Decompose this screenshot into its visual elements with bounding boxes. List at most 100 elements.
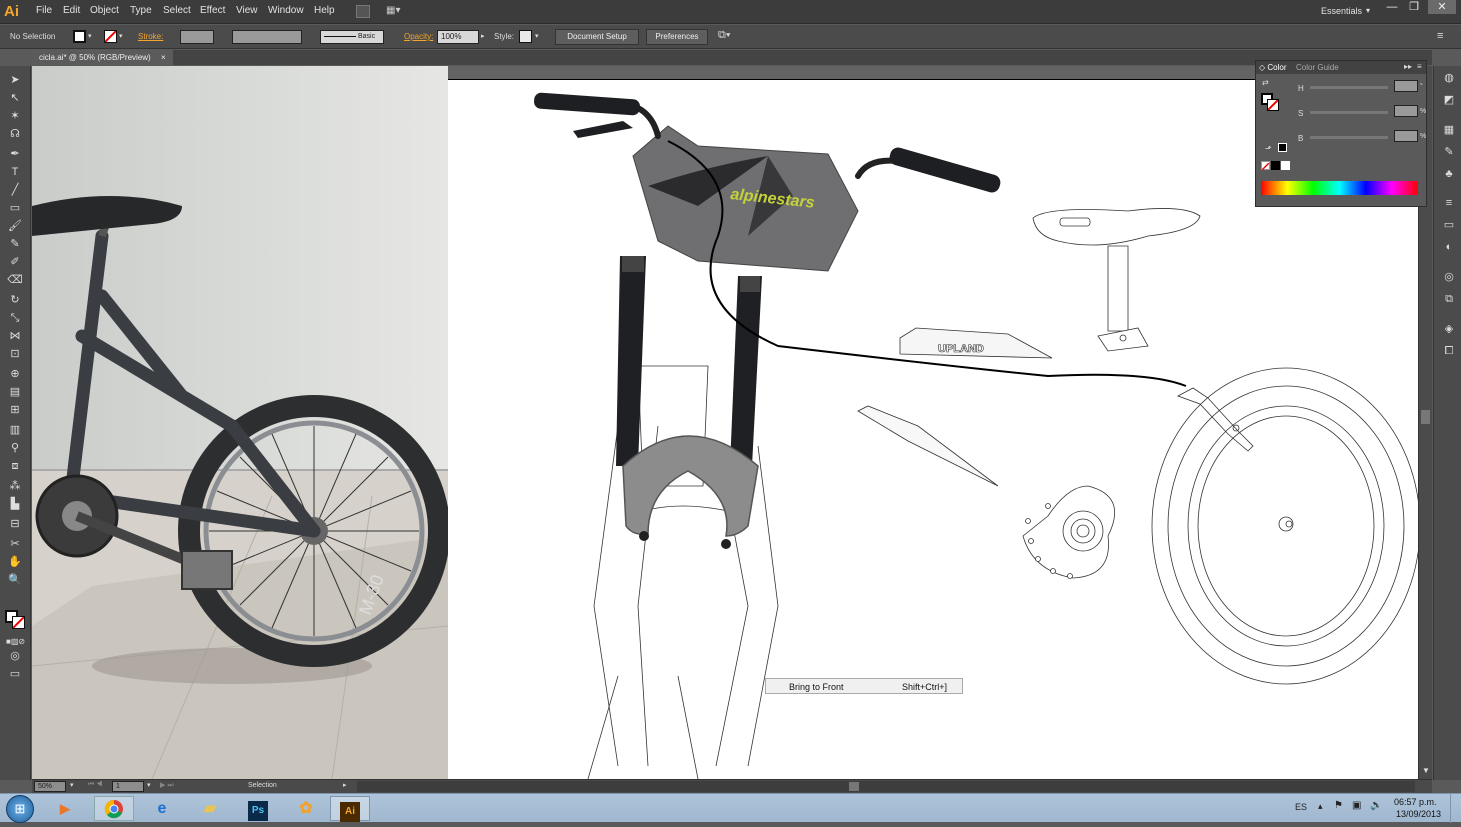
screen-mode-icon[interactable]: ▭ (6, 666, 24, 682)
stroke-label[interactable]: Stroke: (138, 32, 163, 41)
collapse-panel-icon[interactable]: ▸▸ (1404, 62, 1412, 71)
artboard-number-input[interactable]: 1 (112, 781, 144, 792)
hand-tool-icon[interactable]: ✋ (6, 554, 24, 570)
menu-file[interactable]: File (36, 5, 52, 16)
lasso-tool-icon[interactable]: ☊ (6, 126, 24, 142)
pen-tool-icon[interactable]: ✒ (6, 146, 24, 162)
menu-window[interactable]: Window (268, 5, 304, 16)
variable-width-select[interactable] (232, 30, 302, 44)
brightness-slider[interactable] (1310, 136, 1388, 139)
vertical-scroll-thumb[interactable] (1421, 410, 1430, 424)
stroke-swatch[interactable] (104, 30, 117, 43)
brushes-icon[interactable]: ✎ (1442, 145, 1456, 159)
brightness-input[interactable] (1394, 130, 1418, 142)
artboards-icon[interactable]: ⧠ (1442, 344, 1456, 358)
transparency-icon[interactable]: ◐ (1442, 240, 1456, 254)
scale-tool-icon[interactable]: ⤡ (6, 310, 24, 326)
clock-date[interactable]: 13/09/2013 (1396, 809, 1441, 819)
chevron-down-icon[interactable]: ▾ (147, 781, 151, 789)
workspace-switcher[interactable]: Essentials (1321, 6, 1362, 16)
direct-selection-tool-icon[interactable]: ↖ (6, 90, 24, 106)
selection-tool-icon[interactable]: ➤ (6, 72, 24, 88)
bridge-icon[interactable] (356, 5, 370, 18)
tab-color[interactable]: ◇ Color (1259, 63, 1287, 72)
slice-tool-icon[interactable]: ✂ (6, 536, 24, 552)
network-icon[interactable]: ▣ (1352, 800, 1361, 811)
menu-object[interactable]: Object (90, 5, 119, 16)
none-swatch[interactable] (1261, 161, 1270, 171)
menu-view[interactable]: View (236, 5, 258, 16)
rectangle-tool-icon[interactable]: ▭ (6, 200, 24, 216)
chevron-down-icon[interactable]: ▾ (119, 32, 123, 40)
drawing-mode-icon[interactable]: ◎ (6, 648, 24, 664)
menu-edit[interactable]: Edit (63, 5, 80, 16)
swatches-icon[interactable]: ▦ (1442, 123, 1456, 137)
color-panel-icon[interactable]: ◍ (1442, 71, 1456, 85)
perspective-grid-tool-icon[interactable]: ▤ (6, 384, 24, 400)
canvas-area[interactable]: M-30 alpinestars UPLAND Bring to Front S… (32, 66, 1418, 779)
zoom-level-input[interactable]: 50% (34, 781, 66, 792)
chrome-icon[interactable] (94, 796, 134, 821)
eyedropper-tool-icon[interactable]: ⚲ (6, 440, 24, 456)
panel-menu-icon[interactable]: ≡ (1437, 30, 1443, 42)
chevron-down-icon[interactable]: ▾ (535, 32, 539, 40)
document-setup-button[interactable]: Document Setup (555, 29, 639, 45)
action-center-flag-icon[interactable]: ⚑ (1334, 800, 1343, 811)
width-tool-icon[interactable]: ⋈ (6, 328, 24, 344)
menu-help[interactable]: Help (314, 5, 335, 16)
close-tab-icon[interactable]: × (161, 53, 166, 62)
symbols-icon[interactable]: ♣ (1442, 167, 1456, 181)
internet-explorer-icon[interactable]: e (142, 796, 182, 821)
mesh-tool-icon[interactable]: ⊞ (6, 402, 24, 418)
opacity-input[interactable]: 100% (437, 30, 479, 44)
graph-tool-icon[interactable]: ▙ (6, 496, 24, 512)
color-guide-icon[interactable]: ◩ (1442, 93, 1456, 107)
eraser-tool-icon[interactable]: ⌫ (6, 272, 24, 288)
maximize-button[interactable]: ❐ (1403, 0, 1425, 14)
chevron-right-icon[interactable]: ▸ (343, 781, 347, 789)
layers-icon[interactable]: ◈ (1442, 322, 1456, 336)
menu-select[interactable]: Select (163, 5, 191, 16)
chevron-down-icon[interactable]: ▾ (88, 32, 92, 40)
blob-brush-tool-icon[interactable]: ✐ (6, 254, 24, 270)
tab-color-guide[interactable]: Color Guide (1296, 63, 1339, 72)
hue-input[interactable] (1394, 80, 1418, 92)
stroke-weight-input[interactable] (180, 30, 214, 44)
out-of-gamut-icon[interactable]: ⬏ (1265, 144, 1272, 153)
photoshop-taskbar-button[interactable]: Ps (238, 796, 278, 821)
menu-type[interactable]: Type (130, 5, 152, 16)
chevron-right-icon[interactable]: ▸ (481, 32, 485, 40)
panel-menu-icon[interactable]: ≡ (1417, 62, 1422, 71)
arrange-documents-icon[interactable]: ▦▾ (386, 5, 408, 18)
appearance-icon[interactable]: ◎ (1442, 270, 1456, 284)
preferences-button[interactable]: Preferences (646, 29, 708, 45)
horizontal-scrollbar[interactable] (357, 781, 1415, 792)
gradient-tool-icon[interactable]: ▥ (6, 422, 24, 438)
clock-time[interactable]: 06:57 p.m. (1394, 797, 1437, 807)
file-explorer-icon[interactable]: ▰ (190, 796, 230, 821)
horizontal-scroll-thumb[interactable] (849, 782, 859, 791)
black-swatch[interactable] (1271, 161, 1280, 170)
stroke-color-swatch[interactable] (12, 616, 25, 629)
saturation-slider[interactable] (1310, 111, 1388, 114)
show-desktop-button[interactable] (1450, 794, 1461, 823)
fill-swatch[interactable] (73, 30, 86, 43)
brush-definition-select[interactable]: Basic (320, 30, 384, 44)
artboard-tool-icon[interactable]: ⊟ (6, 516, 24, 532)
chevron-down-icon[interactable]: ▾ (70, 781, 74, 789)
volume-icon[interactable]: 🔈 (1370, 800, 1382, 811)
context-hint-bring-to-front[interactable]: Bring to Front Shift+Ctrl+] (765, 678, 963, 694)
arrange-icon[interactable]: ⧉▾ (718, 29, 730, 42)
language-indicator[interactable]: ES (1295, 802, 1307, 812)
gradient-panel-icon[interactable]: ▭ (1442, 218, 1456, 232)
panel-stroke-swatch[interactable] (1267, 99, 1279, 111)
opacity-label[interactable]: Opacity: (404, 32, 433, 41)
stroke-panel-icon[interactable]: ≡ (1442, 196, 1456, 210)
line-tool-icon[interactable]: ╱ (6, 182, 24, 198)
start-button[interactable]: ⊞ (6, 795, 34, 823)
chevron-down-icon[interactable]: ▾ (1366, 6, 1370, 15)
swap-colors-icon[interactable]: ⇄ (1262, 78, 1269, 87)
graphic-styles-icon[interactable]: ⧉ (1442, 292, 1456, 306)
illustrator-taskbar-button[interactable]: Ai (330, 796, 370, 822)
white-swatch[interactable] (1281, 161, 1290, 170)
